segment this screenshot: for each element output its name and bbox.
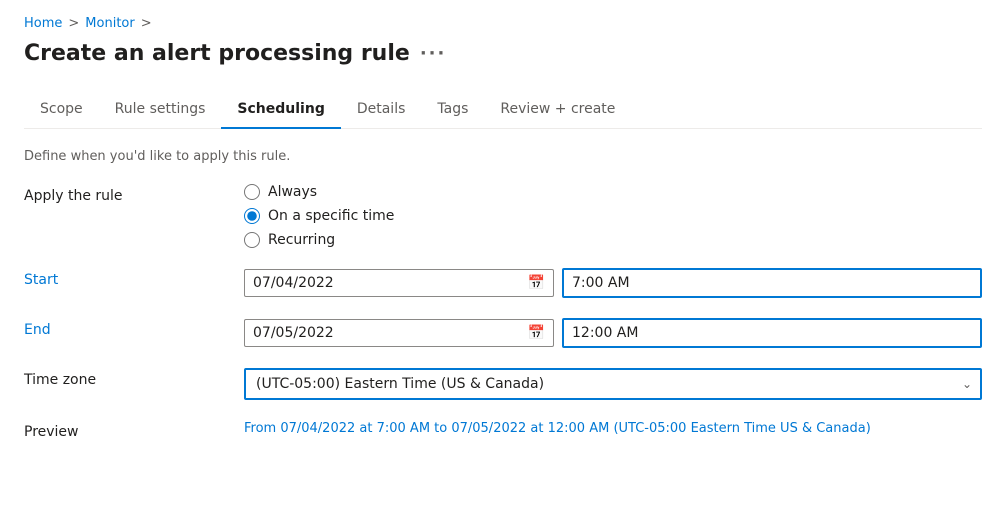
start-date-wrap: 📅 [244,269,554,297]
start-date-input[interactable] [253,275,528,291]
page-title-row: Create an alert processing rule ··· [24,41,982,66]
breadcrumb-sep2: > [141,16,152,31]
section-description: Define when you'd like to apply this rul… [24,149,982,164]
end-control: 📅 [244,318,982,348]
tab-details[interactable]: Details [341,91,422,129]
radio-recurring-input[interactable] [244,232,260,248]
end-date-wrap: 📅 [244,319,554,347]
preview-text: From 07/04/2022 at 7:00 AM to 07/05/2022… [244,421,871,436]
more-options-dots[interactable]: ··· [420,43,447,64]
start-label: Start [24,268,244,288]
preview-control: From 07/04/2022 at 7:00 AM to 07/05/2022… [244,420,982,436]
radio-always-label: Always [268,184,317,200]
end-date-input[interactable] [253,325,528,341]
timezone-select-wrap: (UTC-05:00) Eastern Time (US & Canada)(U… [244,368,982,400]
timezone-select[interactable]: (UTC-05:00) Eastern Time (US & Canada)(U… [244,368,982,400]
tab-rule-settings[interactable]: Rule settings [99,91,222,129]
timezone-label: Time zone [24,368,244,388]
breadcrumb-monitor[interactable]: Monitor [85,16,134,31]
end-datetime-row: 📅 [244,318,982,348]
radio-specific[interactable]: On a specific time [244,208,982,224]
tab-bar: Scope Rule settings Scheduling Details T… [24,90,982,129]
start-time-input[interactable] [562,268,982,298]
preview-label: Preview [24,420,244,440]
end-row: End 📅 [24,318,982,348]
radio-recurring-label: Recurring [268,232,335,248]
start-row: Start 📅 [24,268,982,298]
tab-tags[interactable]: Tags [421,91,484,129]
radio-always-input[interactable] [244,184,260,200]
end-calendar-icon[interactable]: 📅 [528,325,545,341]
breadcrumb-sep1: > [68,16,79,31]
radio-group: Always On a specific time Recurring [244,184,982,248]
tab-scope[interactable]: Scope [24,91,99,129]
timezone-row: Time zone (UTC-05:00) Eastern Time (US &… [24,368,982,400]
radio-always[interactable]: Always [244,184,982,200]
start-control: 📅 [244,268,982,298]
radio-recurring[interactable]: Recurring [244,232,982,248]
tab-scheduling[interactable]: Scheduling [221,91,340,129]
apply-rule-control: Always On a specific time Recurring [244,184,982,248]
start-calendar-icon[interactable]: 📅 [528,275,545,291]
radio-specific-input[interactable] [244,208,260,224]
preview-row: Preview From 07/04/2022 at 7:00 AM to 07… [24,420,982,440]
breadcrumb-home[interactable]: Home [24,16,62,31]
radio-specific-label: On a specific time [268,208,394,224]
tab-review-create[interactable]: Review + create [484,91,631,129]
apply-rule-label: Apply the rule [24,184,244,204]
page-title: Create an alert processing rule [24,41,410,66]
end-label: End [24,318,244,338]
start-datetime-row: 📅 [244,268,982,298]
end-time-input[interactable] [562,318,982,348]
breadcrumb: Home > Monitor > [24,16,982,31]
timezone-control: (UTC-05:00) Eastern Time (US & Canada)(U… [244,368,982,400]
apply-rule-row: Apply the rule Always On a specific time… [24,184,982,248]
